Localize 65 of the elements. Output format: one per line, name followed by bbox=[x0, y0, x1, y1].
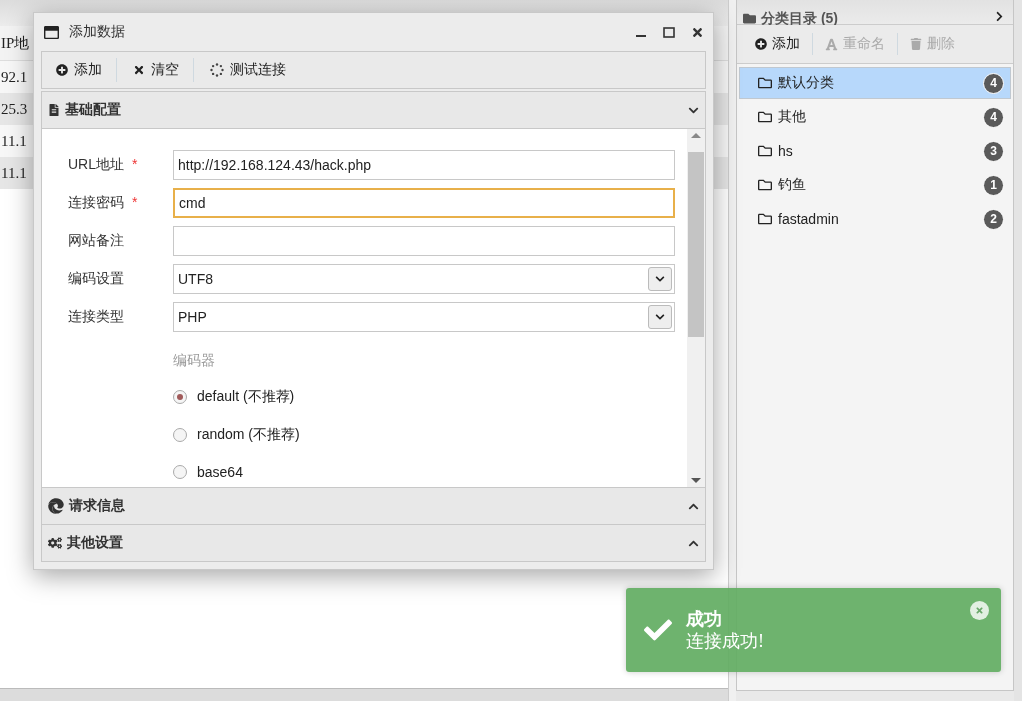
field-label: URL地址 bbox=[68, 156, 124, 174]
folder-icon bbox=[743, 11, 756, 25]
category-item[interactable]: hs 3 bbox=[739, 135, 1011, 167]
dropdown-icon[interactable] bbox=[648, 267, 672, 291]
radio-button[interactable] bbox=[173, 465, 187, 480]
category-label: 默认分类 bbox=[778, 74, 835, 92]
add-button[interactable]: 添加 bbox=[755, 33, 813, 55]
select-field[interactable]: PHP bbox=[173, 302, 675, 332]
letter-icon bbox=[825, 37, 838, 51]
window-icon bbox=[44, 24, 59, 40]
input-field[interactable]: cmd bbox=[173, 188, 675, 218]
category-label: fastadmin bbox=[778, 211, 840, 227]
folder-icon bbox=[758, 178, 772, 192]
field-label: 网站备注 bbox=[68, 232, 124, 250]
category-item[interactable]: 钓鱼 1 bbox=[739, 169, 1011, 201]
section-header[interactable]: 请求信息 bbox=[41, 488, 706, 525]
trash-icon bbox=[910, 38, 922, 50]
count-badge: 4 bbox=[983, 72, 1004, 94]
radio-button[interactable] bbox=[173, 427, 187, 442]
option-label: default (不推荐) bbox=[197, 387, 295, 406]
document-icon bbox=[48, 104, 60, 116]
count-badge: 2 bbox=[983, 208, 1004, 230]
add-button[interactable]: 添加 bbox=[56, 58, 117, 82]
count-badge: 4 bbox=[983, 106, 1004, 128]
category-item[interactable]: 默认分类 4 bbox=[739, 67, 1011, 99]
toast-title: 成功 bbox=[686, 608, 722, 630]
category-label: hs bbox=[778, 143, 794, 159]
add-icon bbox=[56, 64, 68, 76]
category-label: 钓鱼 bbox=[778, 176, 807, 194]
count-badge: 1 bbox=[983, 174, 1004, 196]
close-icon bbox=[133, 64, 145, 76]
toast-message: 连接成功! bbox=[686, 630, 764, 652]
folder-icon bbox=[758, 110, 772, 124]
input-field[interactable] bbox=[173, 226, 675, 256]
field-label: 连接密码 bbox=[68, 194, 124, 212]
field-label: 连接类型 bbox=[68, 308, 124, 326]
category-label: 其他 bbox=[778, 108, 807, 126]
category-item[interactable]: 其他 4 bbox=[739, 101, 1011, 133]
chevron-right-icon[interactable] bbox=[994, 11, 1005, 22]
radio-button[interactable] bbox=[173, 389, 187, 404]
window-title: 添加数据 bbox=[69, 23, 126, 41]
select-field[interactable]: UTF8 bbox=[173, 264, 675, 294]
input-field[interactable]: http://192.168.124.43/hack.php bbox=[173, 150, 675, 180]
option-label: random (不推荐) bbox=[197, 425, 300, 444]
category-item[interactable]: fastadmin 2 bbox=[739, 203, 1011, 235]
field-label: 编码设置 bbox=[68, 270, 124, 288]
count-badge: 3 bbox=[983, 140, 1004, 162]
dropdown-icon[interactable] bbox=[648, 305, 672, 329]
group-label: 编码器 bbox=[173, 352, 216, 370]
gears-icon bbox=[48, 536, 62, 550]
option-label: base64 bbox=[197, 464, 243, 481]
panel-title: 分类目录 (5) bbox=[761, 10, 838, 26]
add-icon bbox=[755, 38, 767, 50]
clear-button[interactable]: 清空 bbox=[133, 58, 194, 82]
scrollbar[interactable] bbox=[687, 129, 705, 487]
folder-icon bbox=[758, 76, 772, 90]
folder-icon bbox=[758, 144, 772, 158]
test-button[interactable]: 测试连接 bbox=[210, 58, 300, 82]
section-header[interactable]: 其他设置 bbox=[41, 525, 706, 562]
browser-icon bbox=[48, 498, 64, 514]
spinner-icon bbox=[210, 63, 224, 77]
folder-icon bbox=[758, 212, 772, 226]
required-mark: * bbox=[132, 156, 138, 174]
required-mark: * bbox=[132, 194, 138, 212]
section-header[interactable]: 基础配置 bbox=[41, 91, 706, 129]
